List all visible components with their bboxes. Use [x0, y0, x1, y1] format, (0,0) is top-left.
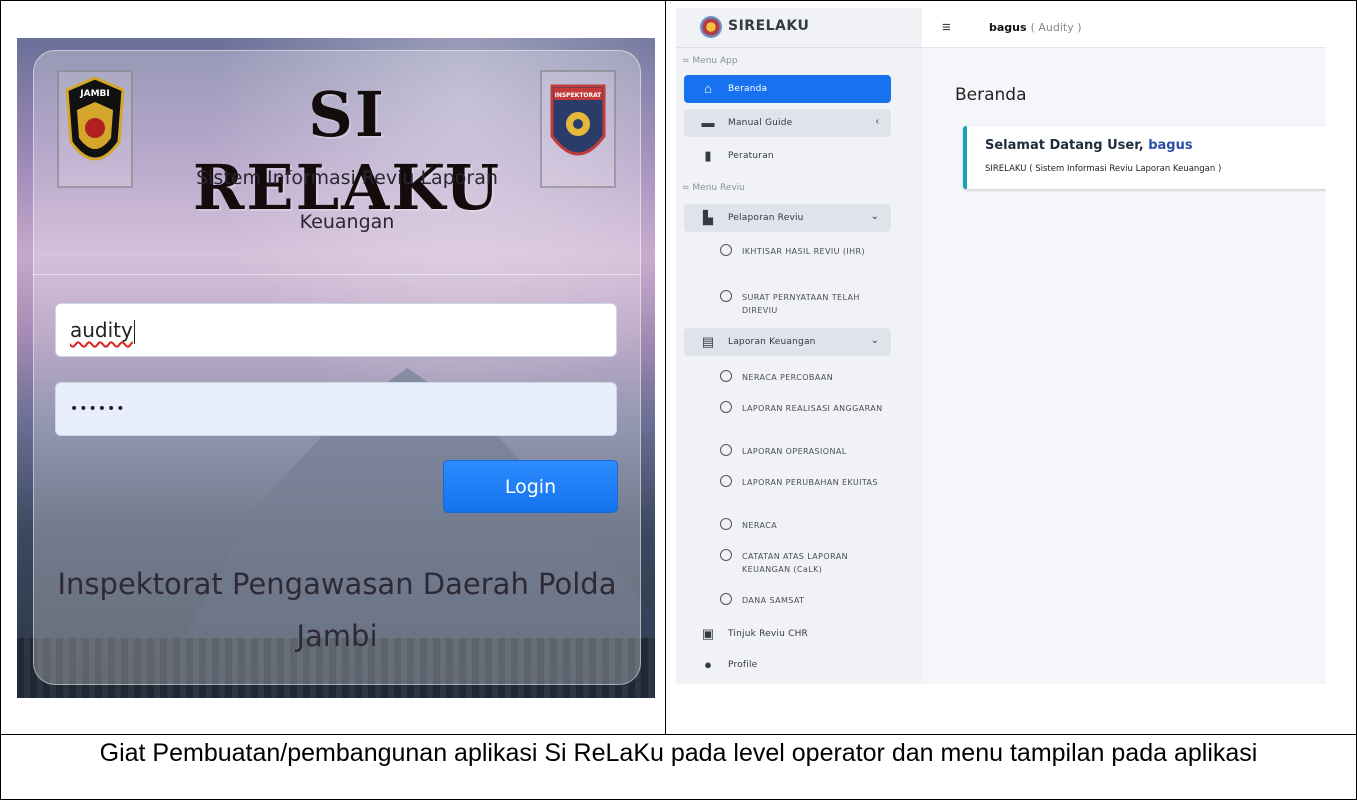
app-subtitle: Sistem Informasi Reviu Laporan Keuangan	[196, 167, 498, 233]
topbar-username: bagus	[989, 21, 1027, 34]
sidebar-subitem-label: NERACA	[742, 521, 778, 530]
sidebar-subitem-label: DANA SAMSAT	[742, 596, 805, 605]
sidebar-item-laporan-keuangan[interactable]: ▤ Laporan Keuangan ⌄	[684, 328, 891, 356]
circle-icon	[720, 475, 732, 487]
sidebar-item-label: Tinjuk Reviu CHR	[728, 629, 808, 639]
brand-name: SIRELAKU	[728, 18, 810, 34]
main-content: Beranda Selamat Datang User, bagus SIREL…	[922, 48, 1326, 684]
chevron-down-icon: ⌄	[870, 335, 879, 346]
sidebar: SIRELAKU = Menu App ⌂ Beranda ▬ Manual G…	[676, 8, 922, 684]
dashboard-screenshot: SIRELAKU = Menu App ⌂ Beranda ▬ Manual G…	[676, 8, 1326, 684]
menu-header-reviu: = Menu Reviu	[682, 183, 745, 193]
organization-name: Inspektorat Pengawasan Daerah Polda Jamb…	[57, 567, 617, 653]
circle-icon	[720, 290, 732, 302]
circle-icon	[720, 518, 732, 530]
sidebar-item-profile[interactable]: ● Profile	[684, 651, 891, 679]
inspektorat-logo: INSPEKTORAT	[540, 70, 616, 188]
sidebar-item-beranda[interactable]: ⌂ Beranda	[684, 75, 891, 103]
sidebar-item-label: Profile	[728, 660, 758, 670]
brand-link[interactable]: SIRELAKU	[676, 8, 922, 48]
topbar: ≡ bagus( Audity )	[922, 8, 1326, 48]
sidebar-subitem-label: LAPORAN OPERASIONAL	[742, 447, 847, 456]
password-value: ••••••	[70, 401, 126, 417]
password-input[interactable]: ••••••	[55, 382, 617, 436]
file-icon: ▙	[703, 210, 713, 225]
sidebar-item-pelaporan-reviu[interactable]: ▙ Pelaporan Reviu ⌄	[684, 204, 891, 232]
card-divider	[33, 274, 641, 275]
table-border-left	[0, 0, 1, 800]
book-icon: ▬	[701, 115, 715, 130]
user-icon: ●	[704, 657, 712, 672]
circle-icon	[720, 444, 732, 456]
welcome-username: bagus	[1148, 138, 1193, 153]
menu-header-app: = Menu App	[682, 56, 738, 66]
svg-text:JAMBI: JAMBI	[79, 89, 109, 99]
sidebar-subitem-label: NERACA PERCOBAAN	[742, 373, 834, 382]
sidebar-subitem-label: CATATAN ATAS LAPORAN KEUANGAN (CaLK)	[742, 552, 848, 574]
figure-caption: Giat Pembuatan/pembangunan aplikasi Si R…	[99, 739, 1258, 767]
polda-jambi-logo: JAMBI	[57, 70, 133, 188]
chat-icon: ▣	[701, 626, 715, 641]
sidebar-item-label: Pelaporan Reviu	[728, 213, 804, 223]
text-caret	[133, 319, 135, 344]
welcome-title: Selamat Datang User, bagus	[985, 138, 1193, 153]
chevron-down-icon: ⌄	[870, 211, 879, 222]
sidebar-item-label: Manual Guide	[728, 118, 793, 128]
page-title: Beranda	[955, 85, 1027, 105]
circle-icon	[720, 244, 732, 256]
sidebar-item-label: Peraturan	[728, 151, 774, 161]
sidebar-item-label: Laporan Keuangan	[728, 337, 816, 347]
welcome-prefix: Selamat Datang User,	[985, 138, 1144, 153]
welcome-card: Selamat Datang User, bagus SIRELAKU ( Si…	[963, 126, 1326, 189]
circle-icon	[720, 549, 732, 561]
brand-logo-icon	[700, 16, 722, 38]
sidebar-item-peraturan[interactable]: ▮ Peraturan	[684, 142, 891, 170]
login-screenshot: JAMBI SI RELAKU Sistem Informasi Reviu L…	[17, 38, 655, 698]
sidebar-item-label: Beranda	[728, 84, 768, 94]
username-input[interactable]: audity	[55, 303, 617, 357]
sidebar-subitem-label: SURAT PERNYATAAN TELAH DIREVIU	[742, 293, 860, 315]
login-button[interactable]: Login	[443, 460, 618, 513]
circle-icon	[720, 401, 732, 413]
home-icon: ⌂	[704, 81, 712, 96]
welcome-description: SIRELAKU ( Sistem Informasi Reviu Lapora…	[985, 164, 1222, 174]
svg-text:INSPEKTORAT: INSPEKTORAT	[555, 92, 603, 99]
current-user: bagus( Audity )	[989, 21, 1082, 34]
table-border-center	[665, 0, 666, 735]
sidebar-subitem-label: LAPORAN REALISASI ANGGARAN	[742, 404, 883, 413]
topbar-role: ( Audity )	[1030, 21, 1082, 34]
sidebar-subitem-label: LAPORAN PERUBAHAN EKUITAS	[742, 478, 878, 487]
circle-icon	[720, 370, 732, 382]
table-border-middle	[0, 734, 1357, 735]
username-value: audity	[70, 318, 133, 342]
bookmark-icon: ▮	[704, 148, 712, 163]
table-border-top	[0, 0, 1357, 1]
sidebar-item-manual-guide[interactable]: ▬ Manual Guide ‹	[684, 109, 891, 137]
file-invoice-icon: ▤	[701, 334, 715, 349]
sidebar-subitem-label: IKHTISAR HASIL REVIU (IHR)	[742, 247, 866, 256]
hamburger-icon[interactable]: ≡	[942, 19, 951, 36]
sidebar-item-tinjuk-reviu[interactable]: ▣ Tinjuk Reviu CHR	[684, 620, 891, 648]
chevron-left-icon: ‹	[875, 116, 879, 127]
circle-icon	[720, 593, 732, 605]
